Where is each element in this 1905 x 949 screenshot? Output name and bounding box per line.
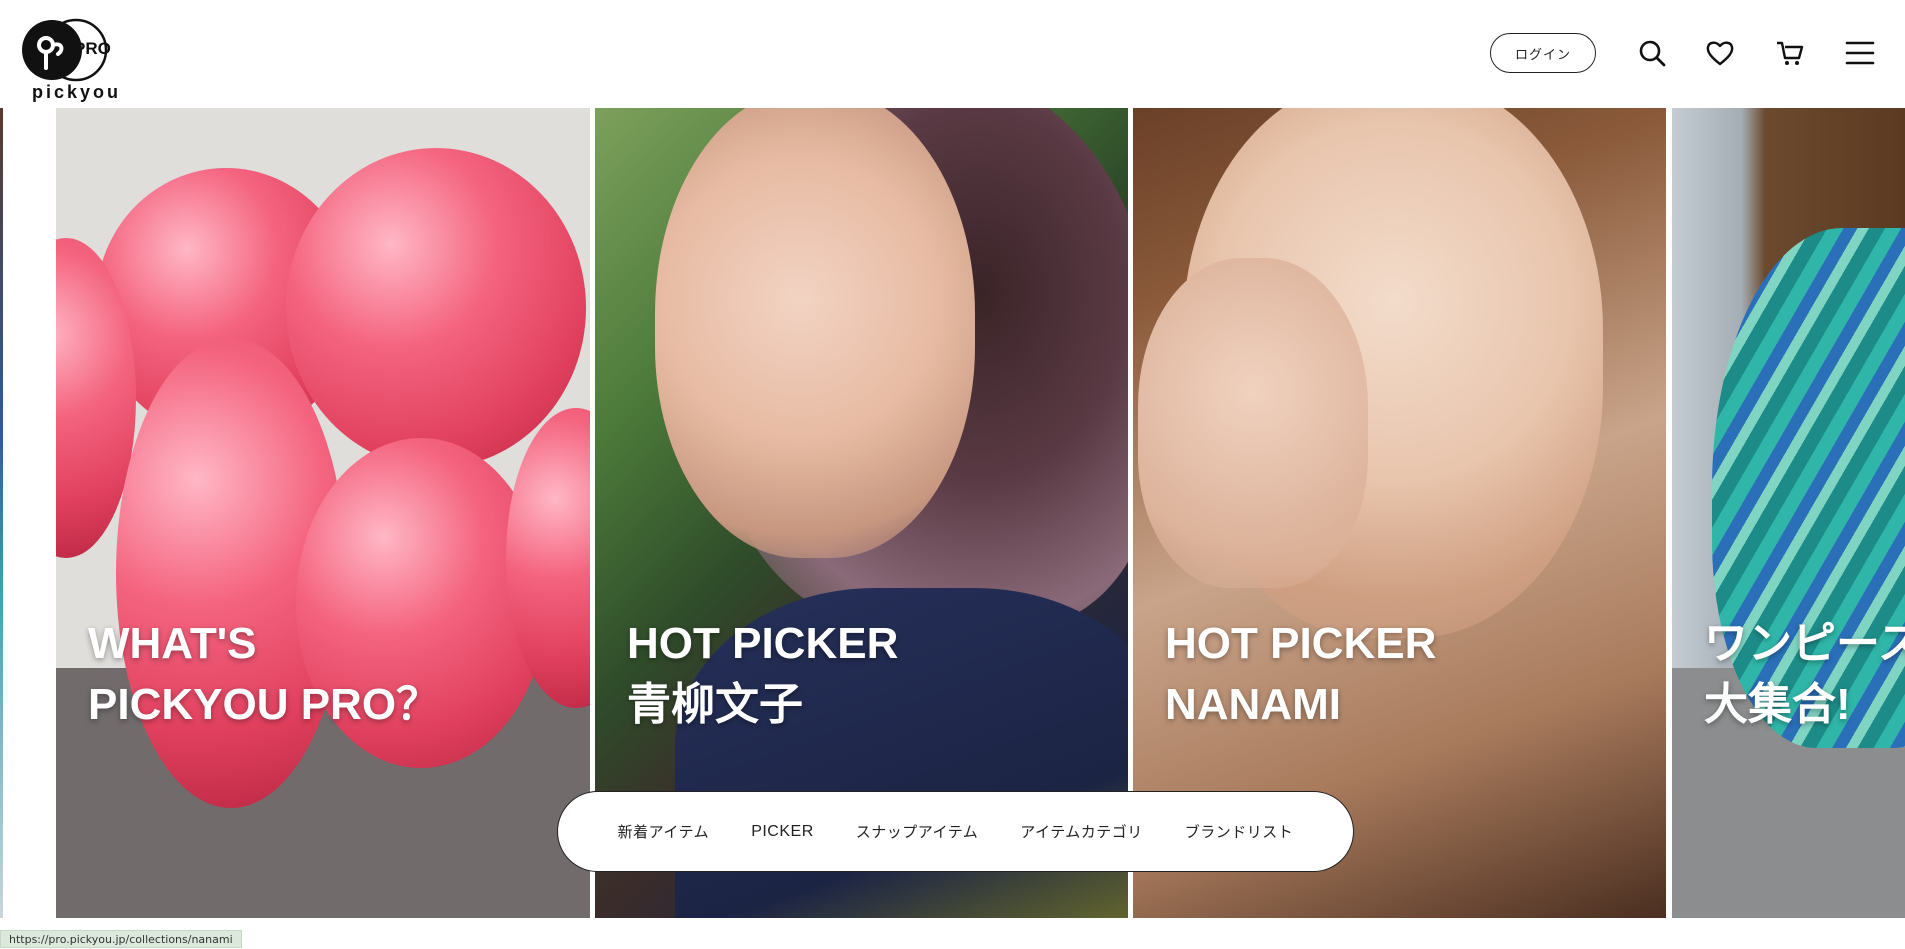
site-header: PRO pickyou ログイン (0, 0, 1905, 108)
slide-title: HOT PICKER NANAMI (1165, 619, 1437, 729)
logo-wordmark: pickyou (32, 82, 122, 102)
heart-icon[interactable] (1705, 38, 1735, 68)
category-nav: 新着アイテム PICKER スナップアイテム アイテムカテゴリ ブランドリスト (557, 791, 1354, 872)
cart-icon[interactable] (1775, 38, 1805, 68)
nav-picker[interactable]: PICKER (730, 823, 835, 841)
nav-new-items[interactable]: 新着アイテム (597, 821, 731, 842)
menu-icon[interactable] (1845, 38, 1875, 68)
nav-brand-list[interactable]: ブランドリスト (1164, 821, 1315, 842)
slide-title: ワンピース 大集合! (1704, 619, 1905, 729)
slide-whats-pickyou-pro[interactable]: WHAT'S PICKYOU PRO？ (56, 108, 590, 918)
login-button[interactable]: ログイン (1490, 33, 1596, 73)
previous-slide-edge[interactable] (0, 108, 3, 918)
nav-snap-items[interactable]: スナップアイテム (835, 821, 1000, 842)
slide-title: WHAT'S PICKYOU PRO？ (88, 619, 441, 729)
logo-badge-text: PRO (74, 39, 111, 58)
slide-title: HOT PICKER 青柳文子 (627, 619, 899, 729)
nav-item-category[interactable]: アイテムカテゴリ (999, 821, 1164, 842)
slide-onepiece[interactable]: ワンピース 大集合! (1672, 108, 1905, 918)
search-icon[interactable] (1637, 38, 1667, 68)
page-background (0, 918, 1905, 948)
status-bar-url: https://pro.pickyou.jp/collections/nanam… (0, 930, 242, 948)
